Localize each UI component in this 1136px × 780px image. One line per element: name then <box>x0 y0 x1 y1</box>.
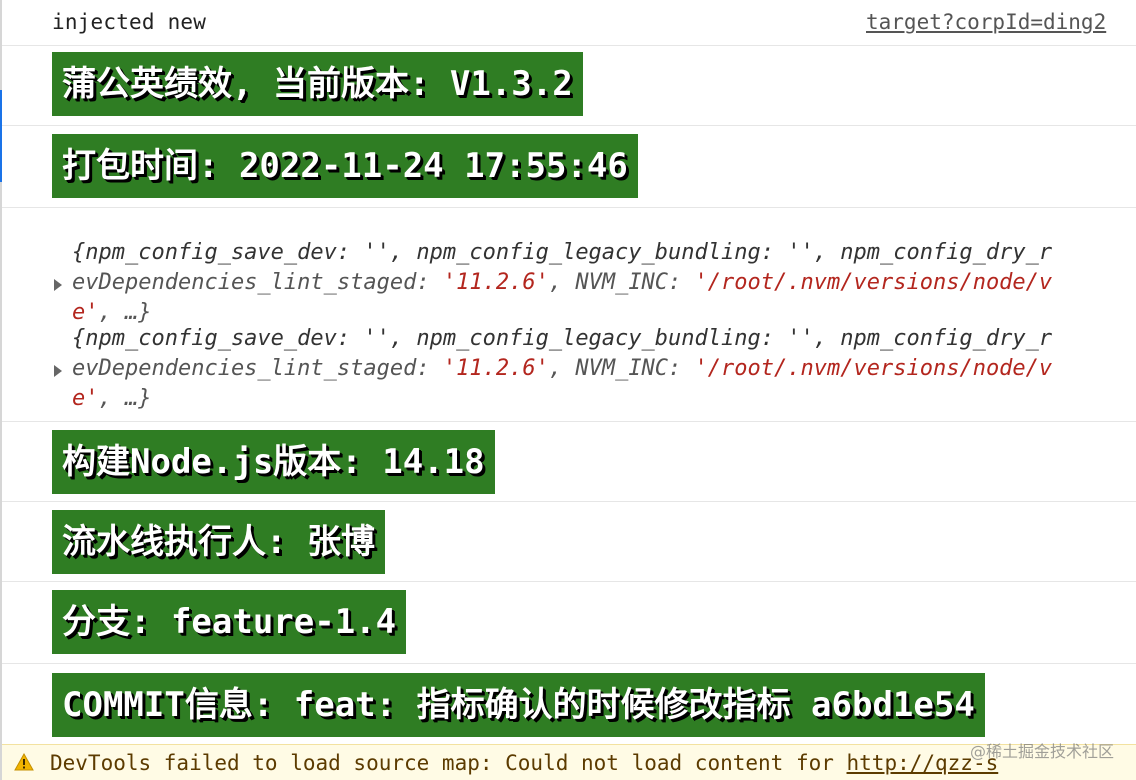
console-row-node: 构建Node.js版本: 14.18 <box>2 422 1136 502</box>
console-row-executor: 流水线执行人: 张博 <box>2 502 1136 582</box>
object-log-2-line-3: e', …} <box>72 386 152 411</box>
warning-message: DevTools failed to load source map: Coul… <box>50 751 999 775</box>
object-log-1-line-1: {npm_config_save_dev: '', npm_config_leg… <box>72 240 1053 265</box>
object-log-1-line-2: evDependencies_lint_staged: '11.2.6', NV… <box>72 270 1053 295</box>
commit-badge: COMMIT信息: feat: 指标确认的时候修改指标 a6bd1e54 <box>52 673 985 737</box>
object-log-2-line-2: evDependencies_lint_staged: '11.2.6', NV… <box>72 356 1053 381</box>
console-row-branch: 分支: feature-1.4 <box>2 582 1136 664</box>
expand-object-2-icon[interactable] <box>54 365 62 377</box>
console-row-build-time: 打包时间: 2022-11-24 17:55:46 <box>2 126 1136 208</box>
version-badge: 蒲公英绩效, 当前版本: V1.3.2 <box>52 52 583 116</box>
branch-badge: 分支: feature-1.4 <box>52 590 407 654</box>
build-time-badge: 打包时间: 2022-11-24 17:55:46 <box>52 134 638 198</box>
warning-bar: DevTools failed to load source map: Coul… <box>2 744 1136 780</box>
executor-badge: 流水线执行人: 张博 <box>52 510 385 574</box>
object-log-2-line-1: {npm_config_save_dev: '', npm_config_leg… <box>72 326 1053 351</box>
console-row-injected: injected new target?corpId=ding2 <box>2 0 1136 46</box>
warning-triangle-icon <box>14 753 34 771</box>
watermark: @稀土掘金技术社区 <box>969 742 1114 761</box>
node-version-badge: 构建Node.js版本: 14.18 <box>52 430 495 494</box>
source-link[interactable]: target?corpId=ding2 <box>866 10 1106 34</box>
console-row-objects: {npm_config_save_dev: '', npm_config_leg… <box>2 208 1136 422</box>
console-row-commit: COMMIT信息: feat: 指标确认的时候修改指标 a6bd1e54 <box>2 664 1136 744</box>
console-panel: injected new target?corpId=ding2 蒲公英绩效, … <box>2 0 1136 780</box>
console-row-version: 蒲公英绩效, 当前版本: V1.3.2 <box>2 46 1136 126</box>
object-log-1-line-3: e', …} <box>72 300 152 325</box>
expand-object-1-icon[interactable] <box>54 279 62 291</box>
injected-message: injected new <box>52 10 207 34</box>
